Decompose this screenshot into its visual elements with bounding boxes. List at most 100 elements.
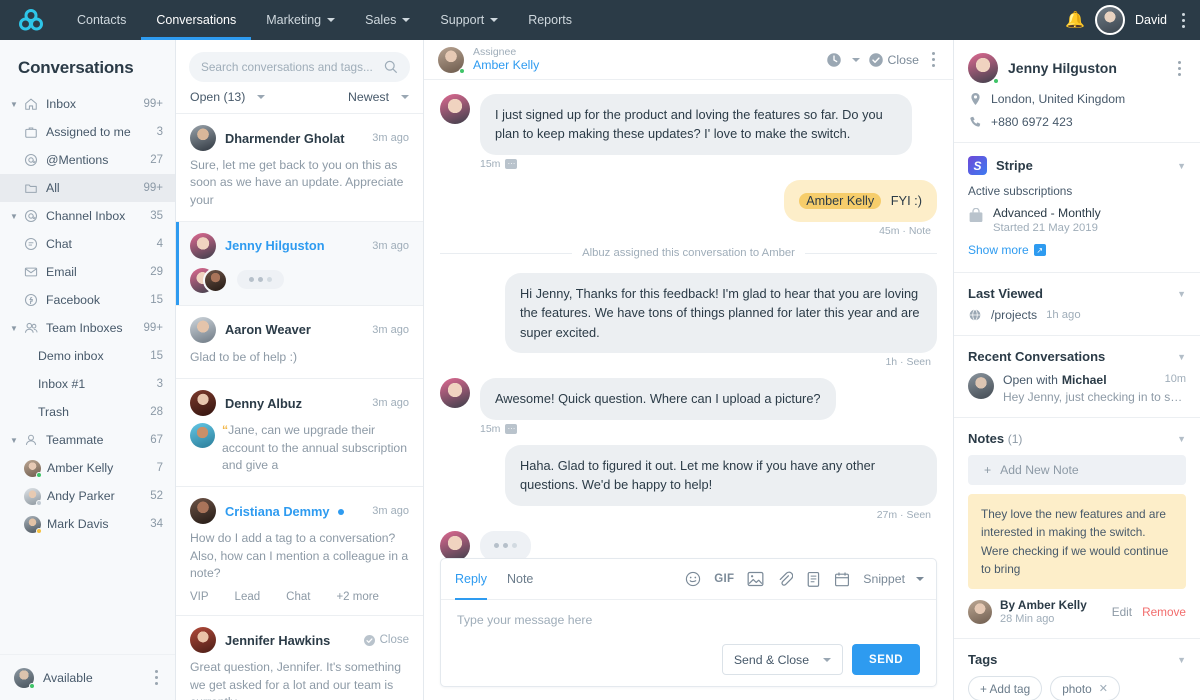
- tags-collapse-icon[interactable]: ▼: [1177, 655, 1186, 665]
- app-logo[interactable]: [0, 8, 62, 32]
- attachment-icon[interactable]: [777, 571, 794, 588]
- chat-icon: [24, 237, 46, 251]
- contact-name-label: Dharmender Gholat: [225, 130, 345, 146]
- last-viewed-collapse-icon[interactable]: ▼: [1177, 289, 1186, 299]
- conversation-tag[interactable]: VIP: [190, 591, 209, 603]
- conversation-item[interactable]: Jennifer Hawkins Close Great question, J…: [176, 616, 423, 700]
- conversation-preview: “Jane, can we upgrade their account to t…: [190, 422, 409, 474]
- conversation-contact-name: Jennifer Hawkins: [225, 633, 354, 648]
- recent-conversation-item[interactable]: Open with Michael 10m Hey Jenny, just ch…: [968, 373, 1186, 404]
- sidebar-user-status[interactable]: Available: [0, 654, 175, 700]
- sort-label: Newest: [347, 90, 389, 104]
- sidebar-item-facebook[interactable]: Facebook 15: [0, 286, 175, 314]
- user-avatar[interactable]: [1095, 5, 1126, 35]
- tab-reply[interactable]: Reply: [455, 559, 487, 600]
- conversation-item[interactable]: Dharmender Gholat 3m ago Sure, let me ge…: [176, 114, 423, 222]
- nav-item-sales[interactable]: Sales: [350, 0, 425, 40]
- contact-more-icon[interactable]: [1173, 58, 1186, 79]
- sidebar-item-email[interactable]: Email 29: [0, 258, 175, 286]
- send-button[interactable]: SEND: [852, 644, 920, 675]
- add-new-note-button[interactable]: + Add New Note: [968, 455, 1186, 485]
- nav-item-marketing[interactable]: Marketing: [251, 0, 350, 40]
- notes-collapse-icon[interactable]: ▼: [1177, 434, 1186, 444]
- status-more-icon[interactable]: [150, 667, 163, 688]
- image-icon[interactable]: [747, 571, 764, 587]
- sidebar-item-teammate[interactable]: ▼ Teammate 67: [0, 426, 175, 454]
- snooze-clock-button[interactable]: [826, 52, 860, 68]
- composer-body[interactable]: Type your message here Send & Close SEND: [441, 600, 936, 686]
- remove-note-button[interactable]: Remove: [1142, 605, 1186, 619]
- conversation-time: 3m ago: [372, 239, 409, 252]
- snippet-dropdown[interactable]: Snippet: [863, 572, 924, 586]
- message-timestamp: 45m · Note: [879, 225, 931, 238]
- sidebar-item-mentions[interactable]: @Mentions 27: [0, 146, 175, 174]
- tag-chip[interactable]: photo ✕: [1050, 676, 1120, 700]
- nav-item-reports[interactable]: Reports: [513, 0, 587, 40]
- edit-note-button[interactable]: Edit: [1112, 605, 1132, 619]
- sidebar-item-team-inboxes[interactable]: ▼ Team Inboxes 99+: [0, 314, 175, 342]
- composer-toolbar: Reply Note GIF Snippet: [441, 559, 936, 600]
- recent-collapse-icon[interactable]: ▼: [1177, 352, 1186, 362]
- notes-title: Notes (1): [968, 431, 1022, 446]
- assignee-name[interactable]: Amber Kelly: [473, 58, 539, 72]
- send-and-close-button[interactable]: Send & Close: [721, 644, 844, 675]
- emoji-icon[interactable]: [685, 571, 701, 587]
- sidebar-item-assigned-to-me[interactable]: Assigned to me 3: [0, 118, 175, 146]
- last-viewed-row: /projects 1h ago: [968, 308, 1186, 322]
- chevron-down-icon: [851, 57, 860, 62]
- chevron-down-icon[interactable]: ▼: [10, 436, 24, 445]
- tab-note[interactable]: Note: [507, 559, 533, 600]
- close-label: Close: [379, 634, 409, 647]
- nav-item-conversations[interactable]: Conversations: [141, 0, 251, 40]
- conversation-item[interactable]: Aaron Weaver 3m ago Glad to be of help :…: [176, 305, 423, 380]
- recent-conversations-title: Recent Conversations: [968, 349, 1106, 364]
- subscription-start-date: Started 21 May 2019: [993, 222, 1098, 234]
- sidebar-item-trash[interactable]: Trash 28: [0, 398, 175, 426]
- conversation-header: Aaron Weaver 3m ago: [190, 316, 409, 343]
- conversation-item[interactable]: Cristiana Demmy 3m ago How do I add a ta…: [176, 487, 423, 617]
- conversation-close-action[interactable]: Close: [363, 634, 409, 647]
- sidebar-item-all[interactable]: All 99+: [0, 174, 175, 202]
- notifications-bell-icon[interactable]: 🔔: [1065, 10, 1085, 30]
- chat-more-icon[interactable]: [927, 49, 940, 70]
- add-tag-button[interactable]: + Add tag: [968, 676, 1043, 700]
- sidebar-item-inbox-1[interactable]: Inbox #1 3: [0, 370, 175, 398]
- chevron-down-icon[interactable]: ▼: [10, 324, 24, 333]
- mention-chip[interactable]: Amber Kelly: [799, 192, 882, 209]
- sidebar-teammate-amber-kelly[interactable]: Amber Kelly 7: [0, 454, 175, 482]
- nav-item-support[interactable]: Support: [425, 0, 513, 40]
- conversation-tag[interactable]: Chat: [286, 591, 310, 603]
- conversation-tag[interactable]: +2 more: [336, 591, 379, 603]
- close-conversation-button[interactable]: Close: [868, 52, 919, 68]
- sort-dropdown[interactable]: Newest: [348, 90, 409, 104]
- document-icon[interactable]: [806, 571, 821, 588]
- nav-item-contacts[interactable]: Contacts: [62, 0, 141, 40]
- filter-open-dropdown[interactable]: Open (13): [190, 90, 266, 104]
- last-viewed-page[interactable]: /projects: [991, 308, 1037, 322]
- chevron-down-icon[interactable]: ▼: [10, 212, 24, 221]
- search-box[interactable]: [189, 52, 410, 82]
- sidebar-item-channel-inbox[interactable]: ▼ Channel Inbox 35: [0, 202, 175, 230]
- topbar-more-icon[interactable]: [1177, 10, 1190, 31]
- sidebar-item-demo-inbox[interactable]: Demo inbox 15: [0, 342, 175, 370]
- message-input-placeholder[interactable]: Type your message here: [457, 613, 920, 627]
- gif-button[interactable]: GIF: [714, 573, 734, 585]
- sidebar-item-count: 15: [150, 350, 163, 362]
- globe-icon: [968, 309, 982, 321]
- sidebar-item-inbox[interactable]: ▼ Inbox 99+: [0, 90, 175, 118]
- sidebar-teammate-andy-parker[interactable]: Andy Parker 52: [0, 482, 175, 510]
- remove-tag-icon[interactable]: ✕: [1099, 682, 1108, 695]
- stripe-collapse-icon[interactable]: ▼: [1177, 161, 1186, 171]
- chevron-down-icon[interactable]: ▼: [10, 100, 24, 109]
- sidebar-teammate-mark-davis[interactable]: Mark Davis 34: [0, 510, 175, 538]
- conversation-items[interactable]: Dharmender Gholat 3m ago Sure, let me ge…: [176, 113, 423, 700]
- sidebar-item-chat[interactable]: Chat 4: [0, 230, 175, 258]
- search-input[interactable]: [201, 60, 384, 74]
- assignee-label: Assignee: [473, 46, 517, 59]
- calendar-icon[interactable]: [834, 571, 850, 588]
- conversation-item[interactable]: Denny Albuz 3m ago “Jane, can we upgrade…: [176, 379, 423, 488]
- conversation-tag[interactable]: Lead: [235, 591, 261, 603]
- conversation-item[interactable]: Jenny Hilguston 3m ago: [176, 221, 423, 306]
- contact-name-label: Jenny Hilguston: [225, 238, 325, 254]
- show-more-link[interactable]: Show more ↗: [968, 243, 1046, 257]
